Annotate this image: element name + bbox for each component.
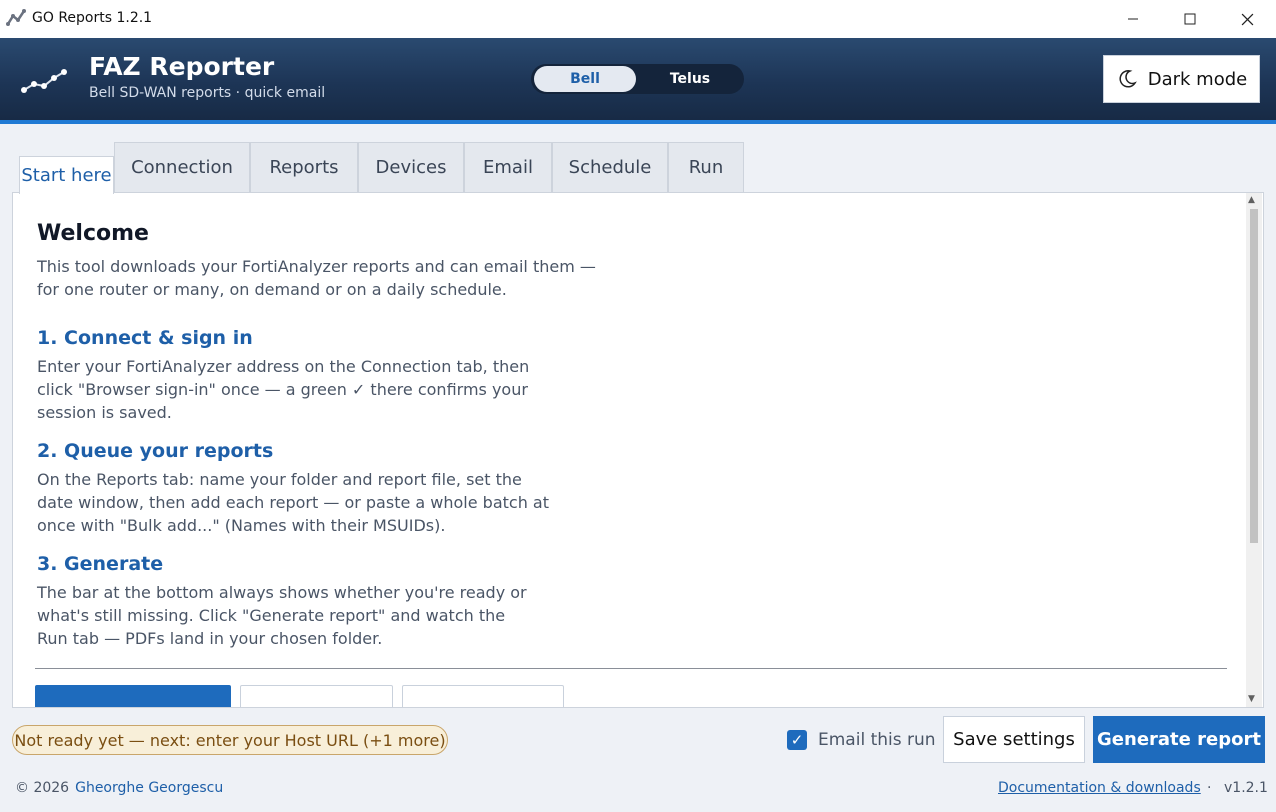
intro-text: This tool downloads your FortiAnalyzer r…: [37, 257, 596, 299]
minimize-icon: [1128, 18, 1138, 20]
checkmark-icon: ✓: [790, 731, 804, 749]
logo-network-icon: [21, 69, 67, 93]
quick-action-button-2[interactable]: [240, 685, 393, 707]
content-divider: [35, 668, 1227, 669]
step-3-title: 3. Generate: [37, 553, 164, 575]
step-2-body: On the Reports tab: name your folder and…: [37, 470, 550, 535]
app-title: FAZ Reporter: [89, 52, 275, 81]
start-here-panel: Welcome This tool downloads your FortiAn…: [12, 192, 1264, 708]
window-title-bar: GO Reports 1.2.1: [0, 0, 1276, 38]
documentation-link[interactable]: Documentation & downloads: [998, 780, 1201, 796]
maximize-button[interactable]: [1161, 0, 1219, 38]
readiness-status-badge: Not ready yet — next: enter your Host UR…: [12, 725, 448, 755]
author-link[interactable]: Gheorghe Georgescu: [75, 780, 223, 796]
panel-scrollbar[interactable]: ▲ ▼: [1246, 193, 1262, 707]
welcome-heading: Welcome: [37, 221, 149, 246]
save-settings-button[interactable]: Save settings: [943, 716, 1085, 763]
step-2-title: 2. Queue your reports: [37, 440, 274, 462]
scroll-thumb[interactable]: [1250, 209, 1258, 543]
tab-devices[interactable]: Devices: [358, 142, 464, 192]
email-run-checkbox[interactable]: ✓: [787, 730, 807, 750]
tab-run[interactable]: Run: [668, 142, 744, 192]
step-1-body: Enter your FortiAnalyzer address on the …: [37, 357, 530, 422]
quick-action-primary-button[interactable]: [35, 685, 231, 707]
tab-reports[interactable]: Reports: [250, 142, 358, 192]
step-3-body: The bar at the bottom always shows wheth…: [37, 583, 527, 648]
app-subtitle: Bell SD-WAN reports · quick email: [89, 85, 326, 101]
version-label: v1.2.1: [1224, 780, 1268, 796]
window-title: GO Reports 1.2.1: [32, 10, 153, 26]
toggle-option-bell[interactable]: Bell: [534, 66, 636, 92]
moon-icon: [1119, 70, 1137, 88]
minimize-button[interactable]: [1104, 0, 1162, 38]
tab-schedule[interactable]: Schedule: [552, 142, 668, 192]
close-button[interactable]: [1218, 0, 1276, 38]
tab-connection[interactable]: Connection: [114, 142, 250, 192]
dark-mode-label: Dark mode: [1147, 68, 1248, 90]
dark-mode-button[interactable]: Dark mode: [1103, 55, 1260, 103]
tab-email[interactable]: Email: [464, 142, 552, 192]
toggle-option-telus[interactable]: Telus: [639, 66, 741, 92]
generate-report-button[interactable]: Generate report: [1093, 716, 1265, 763]
email-run-label[interactable]: Email this run: [818, 730, 936, 750]
copyright-text: © 2026: [15, 780, 70, 796]
footer-copyright: © 2026 Gheorghe Georgescu: [15, 780, 223, 796]
scroll-down-icon[interactable]: ▼: [1248, 694, 1255, 704]
app-chart-icon: [6, 9, 26, 26]
footer-separator: ·: [1207, 780, 1212, 796]
quick-action-button-3[interactable]: [402, 685, 564, 707]
close-icon: [1241, 13, 1253, 25]
header-accent-line: [0, 120, 1276, 124]
app-header: FAZ Reporter Bell SD-WAN reports · quick…: [0, 38, 1276, 120]
carrier-toggle: Bell Telus: [531, 64, 744, 94]
step-1-title: 1. Connect & sign in: [37, 327, 253, 349]
scroll-up-icon[interactable]: ▲: [1248, 195, 1255, 205]
maximize-icon: [1184, 13, 1196, 25]
tab-start-here[interactable]: Start here: [19, 156, 114, 194]
